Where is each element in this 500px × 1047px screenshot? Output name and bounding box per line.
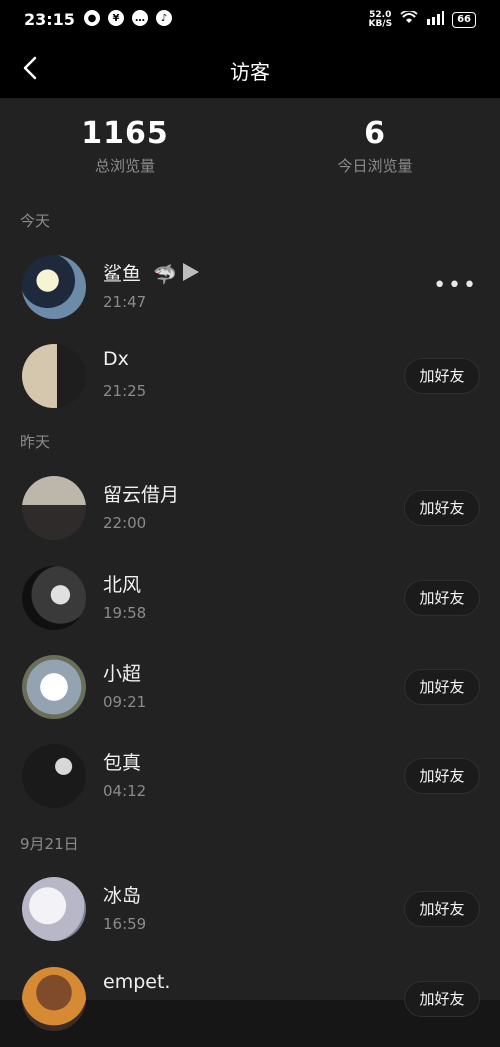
avatar[interactable]	[22, 655, 86, 719]
visitor-name[interactable]: Dx	[103, 348, 129, 370]
visit-time: 04:12	[103, 782, 147, 800]
avatar[interactable]	[22, 744, 86, 808]
avatar[interactable]	[22, 566, 86, 630]
add-friend-button[interactable]: 加好友	[404, 358, 480, 394]
visitor-name[interactable]: 鲨鱼 🦈	[103, 259, 199, 286]
play-icon	[182, 263, 199, 281]
add-friend-button[interactable]: 加好友	[404, 490, 480, 526]
notification-icons: ● ¥ … ♪	[84, 10, 172, 26]
avatar[interactable]	[22, 344, 86, 408]
battery-indicator: 66	[452, 11, 476, 28]
system-icons: 52.0 KB/S 66	[368, 9, 476, 29]
name-badges: 🦈	[153, 263, 199, 286]
network-speed: 52.0 KB/S	[368, 9, 393, 29]
total-views-value: 1165	[81, 116, 169, 151]
avatar[interactable]	[22, 255, 86, 319]
visitor-item[interactable]: 鲨鱼 🦈 21:47 •••	[0, 255, 500, 335]
more-button[interactable]: •••	[433, 273, 478, 298]
add-friend-button[interactable]: 加好友	[404, 758, 480, 794]
visit-time: 21:47	[103, 293, 147, 311]
section-today: 今天	[20, 212, 51, 230]
stats-summary: 1165 总浏览量 6 今日浏览量	[0, 98, 500, 198]
status-bar: 23:15 ● ¥ … ♪ 52.0 KB/S 66	[0, 0, 500, 38]
add-friend-button[interactable]: 加好友	[404, 891, 480, 927]
chat-icon: …	[132, 10, 148, 26]
today-views-value: 6	[364, 116, 386, 151]
section-date-sep21: 9月21日	[20, 835, 79, 853]
visit-time: 09:21	[103, 693, 147, 711]
visit-time: 19:58	[103, 604, 147, 622]
total-views-stat: 1165 总浏览量	[25, 116, 225, 176]
visitor-item[interactable]: 冰岛 16:59 加好友	[0, 877, 500, 957]
avatar[interactable]	[22, 967, 86, 1031]
visitor-item[interactable]: empet. 加好友	[0, 967, 500, 1047]
add-friend-button[interactable]: 加好友	[404, 580, 480, 616]
avatar[interactable]	[22, 877, 86, 941]
signal-icon	[426, 10, 445, 29]
visitor-name[interactable]: 包真	[103, 748, 141, 775]
add-friend-button[interactable]: 加好友	[404, 669, 480, 705]
message-icon: ●	[84, 10, 100, 26]
section-yesterday: 昨天	[20, 433, 51, 451]
visitor-name[interactable]: 冰岛	[103, 881, 141, 908]
wifi-icon	[400, 9, 418, 29]
visitor-item[interactable]: Dx 21:25 加好友	[0, 344, 500, 424]
today-views-label: 今日浏览量	[337, 157, 413, 175]
visitor-item[interactable]: 包真 04:12 加好友	[0, 744, 500, 824]
visitor-item[interactable]: 小超 09:21 加好友	[0, 655, 500, 735]
status-time: 23:15	[24, 10, 75, 29]
visitor-name[interactable]: empet.	[103, 971, 170, 993]
app-icon: ¥	[108, 10, 124, 26]
total-views-label: 总浏览量	[94, 157, 155, 175]
top-navbar: 访客	[0, 38, 500, 98]
visit-time: 22:00	[103, 514, 147, 532]
visitor-name-text: 鲨鱼	[103, 263, 142, 285]
visitor-name[interactable]: 留云借月	[103, 480, 179, 507]
shark-icon: 🦈	[153, 264, 177, 286]
visit-time: 21:25	[103, 382, 147, 400]
visitor-item[interactable]: 留云借月 22:00 加好友	[0, 476, 500, 556]
visitor-item[interactable]: 北风 19:58 加好友	[0, 566, 500, 646]
add-friend-button[interactable]: 加好友	[404, 981, 480, 1017]
visitor-name[interactable]: 小超	[103, 659, 141, 686]
avatar[interactable]	[22, 476, 86, 540]
visitor-name[interactable]: 北风	[103, 570, 141, 597]
visitors-list: 今天 鲨鱼 🦈 21:47 ••• Dx 21:25 加好友 昨天 留云借月 2…	[0, 198, 500, 1031]
today-views-stat: 6 今日浏览量	[275, 116, 475, 176]
tiktok-icon: ♪	[156, 10, 172, 26]
page-title: 访客	[230, 60, 270, 84]
visit-time: 16:59	[103, 915, 147, 933]
